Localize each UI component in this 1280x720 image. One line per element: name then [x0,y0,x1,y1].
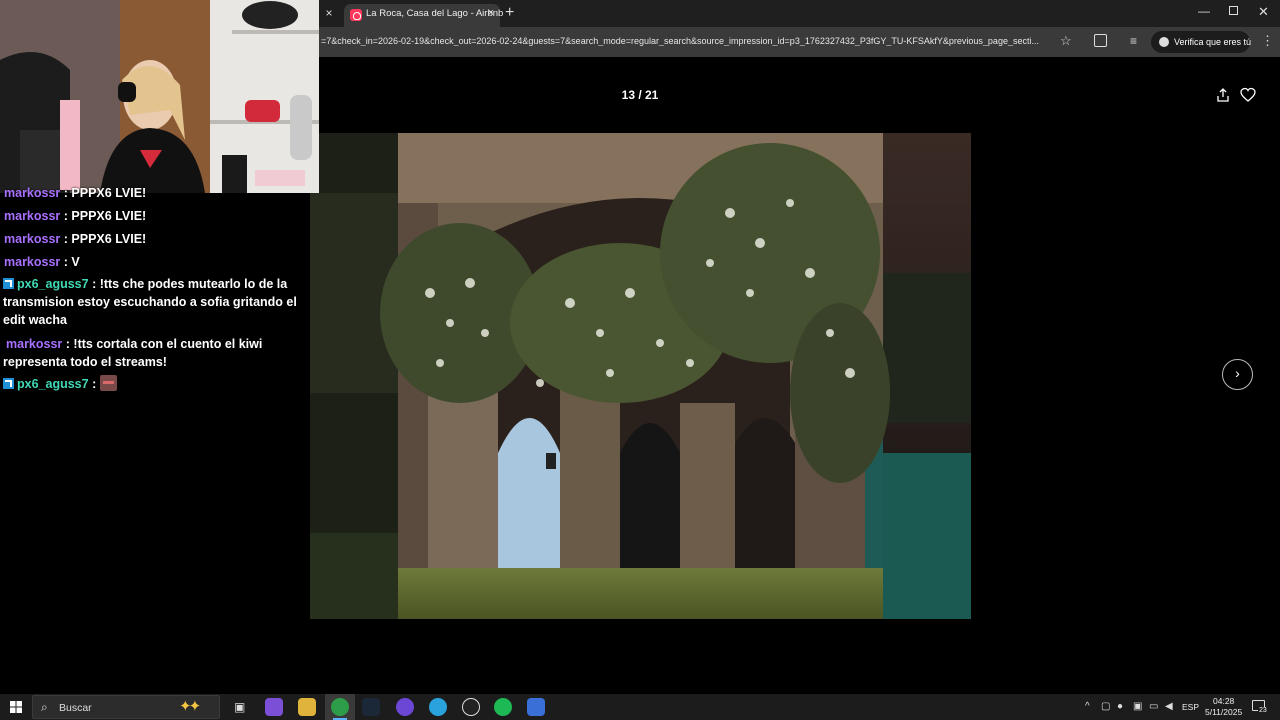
copilot-sparkle-icon: ✦✦ [179,698,201,715]
volume-icon[interactable]: ◀ [1165,701,1173,712]
chat-username: markossr [4,232,61,246]
url-input[interactable]: =7&check_in=2026-02-19&check_out=2026-02… [321,36,1049,46]
verify-identity-button[interactable]: Verifica que eres tú [1151,31,1252,53]
search-placeholder: Buscar [59,702,92,714]
window-maximize-button[interactable] [1229,6,1238,15]
chat-message: markossr : PPPX6 LVIE! [4,207,310,225]
telegram-app-icon[interactable] [429,698,447,716]
next-photo-button[interactable]: › [1222,359,1253,390]
clock-date[interactable]: 5/11/2025 [1205,707,1242,717]
chat-text: : PPPX6 LVIE! [63,186,147,200]
chat-username: markossr [4,255,61,269]
bookmark-star-icon[interactable]: ☆ [1060,33,1072,49]
profile-icon [1159,37,1169,47]
chat-text: : PPPX6 LVIE! [63,232,147,246]
prime-badge-icon [3,378,14,389]
share-icon[interactable] [1216,88,1230,102]
extensions-icon[interactable] [1094,34,1107,47]
file-explorer-icon[interactable] [298,698,316,716]
chat-message: markossr : !tts cortala con el cuento el… [3,335,309,371]
tray-app-icon[interactable]: ▢ [1101,701,1110,712]
windows-start-icon[interactable] [10,701,22,713]
chat-message: px6_aguss7 : [3,375,309,393]
chat-message: markossr : PPPX6 LVIE! [4,230,310,248]
tray-overflow-chevron-icon[interactable]: ^ [1085,701,1090,712]
chat-username: markossr [6,337,63,351]
notification-count: 23 [1258,707,1268,714]
search-icon: ⌕ [41,700,48,714]
network-icon[interactable]: ▭ [1149,701,1158,712]
windows-taskbar: ⌕ Buscar ✦✦ ▣ ^ ▢ ● ▣ ▭ ◀ ESP 04:28 5/11… [0,694,1280,720]
chrome-app-icon[interactable] [331,698,349,716]
copilot-app-icon[interactable] [265,698,283,716]
browser-menu-icon[interactable]: ⋮ [1261,33,1274,49]
spotify-app-icon[interactable] [494,698,512,716]
media-controls-icon[interactable]: ≡ [1130,34,1137,48]
tab-title: La Roca, Casa del Lago - Airbnb [366,8,504,19]
tab-close-button[interactable]: × [488,7,494,19]
chat-emote-icon [99,375,117,391]
prime-badge-icon [3,278,14,289]
new-tab-button[interactable]: + [505,4,514,22]
task-view-icon[interactable]: ▣ [234,700,245,714]
photo-counter: 13 / 21 [621,88,659,102]
obs-app-icon[interactable] [462,698,480,716]
clock-time[interactable]: 04:28 [1213,696,1234,706]
chat-username: px6_aguss7 [17,377,89,391]
screen: × La Roca, Casa del Lago - Airbnb × + — … [0,0,1280,720]
verify-identity-label: Verifica que eres tú [1174,37,1252,47]
streamer-webcam [0,0,319,193]
steam-app-icon[interactable] [362,698,380,716]
chat-username: px6_aguss7 [17,277,89,291]
tray-display-icon[interactable]: ▣ [1133,701,1142,712]
chat-message: px6_aguss7 : !tts che podes mutearlo lo … [3,275,309,329]
chat-username: markossr [4,186,61,200]
chat-message: markossr : PPPX6 LVIE! [4,185,310,202]
window-close-button[interactable]: ✕ [1258,4,1269,20]
discord-app-icon[interactable] [396,698,414,716]
chat-text: : PPPX6 LVIE! [63,209,147,223]
chat-text: : [92,377,97,391]
pinned-app-icon[interactable] [527,698,545,716]
listing-photo [310,133,971,619]
airbnb-favicon-icon [350,9,362,21]
chat-message: markossr : V [4,253,310,271]
chat-username: markossr [4,209,61,223]
language-indicator[interactable]: ESP [1182,702,1199,712]
stream-chat: markossr : PPPX6 LVIE! markossr : PPPX6 … [0,185,310,405]
microphone-icon[interactable]: ● [1117,701,1123,712]
previous-tab-close-button[interactable]: × [322,6,336,20]
heart-icon[interactable] [1240,87,1256,103]
window-minimize-button[interactable]: — [1198,4,1210,18]
browser-tab-active[interactable]: La Roca, Casa del Lago - Airbnb × [344,4,504,27]
taskbar-search-input[interactable]: ⌕ Buscar ✦✦ [32,695,220,719]
chat-text: : V [63,255,80,269]
